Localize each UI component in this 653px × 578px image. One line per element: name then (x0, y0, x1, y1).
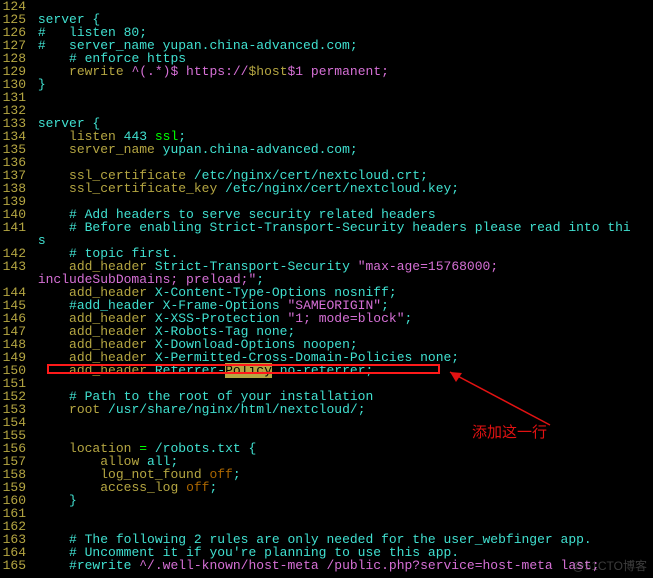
code-line[interactable] (30, 0, 653, 13)
code-token: ^(.*)$ https:// (131, 64, 248, 79)
code-line[interactable]: access_log off; (30, 481, 653, 494)
code-token (38, 493, 69, 508)
code-line[interactable] (30, 507, 653, 520)
code-editor: 1241251261271281291301311321331341351361… (0, 0, 653, 572)
code-token: ^/.well-known/host-meta /public.php?serv… (139, 558, 599, 573)
code-line[interactable] (30, 91, 653, 104)
code-token: Policy (225, 363, 272, 378)
code-token: $1 permanent; (288, 64, 389, 79)
code-line[interactable]: server_name yupan.china-advanced.com; (30, 143, 653, 156)
line-number: 165 (0, 559, 26, 572)
code-token: root (69, 402, 108, 417)
code-area[interactable]: server { # listen 80; # server_name yupa… (30, 0, 653, 572)
code-token: { (248, 441, 256, 456)
code-token: "1; mode=block" (287, 311, 404, 326)
code-token (38, 363, 69, 378)
code-token: ; (233, 467, 241, 482)
code-line[interactable] (30, 104, 653, 117)
code-token: #rewrite (69, 558, 139, 573)
code-line[interactable]: } (30, 78, 653, 91)
code-token (38, 402, 69, 417)
code-token: ; (209, 480, 217, 495)
code-token: access_log (100, 480, 186, 495)
code-token (38, 181, 69, 196)
code-token: /etc/nginx/cert/nextcloud.key; (225, 181, 459, 196)
code-line[interactable] (30, 416, 653, 429)
code-line[interactable]: add_header Referrer-Policy no-referrer; (30, 364, 653, 377)
code-line[interactable]: # Before enabling Strict-Transport-Secur… (30, 221, 653, 234)
code-token: } (38, 77, 46, 92)
code-token: no-referrer; (272, 363, 373, 378)
code-token: Referrer- (155, 363, 225, 378)
code-token: ssl_certificate_key (69, 181, 225, 196)
code-token: "max-age=15768000; (358, 259, 498, 274)
code-token: ; (405, 311, 413, 326)
code-token: $host (248, 64, 287, 79)
code-token: add_header (69, 363, 155, 378)
code-token: # Before enabling Strict-Transport-Secur… (69, 220, 631, 235)
code-token: yupan.china-advanced.com; (163, 142, 358, 157)
code-token: /usr/share/nginx/html/nextcloud/; (108, 402, 365, 417)
code-line[interactable]: } (30, 494, 653, 507)
line-number: 141 (0, 221, 26, 234)
code-line[interactable]: #rewrite ^/.well-known/host-meta /public… (30, 559, 653, 572)
code-token: rewrite (69, 64, 131, 79)
line-number-gutter: 1241251261271281291301311321331341351361… (0, 0, 30, 572)
code-line[interactable]: root /usr/share/nginx/html/nextcloud/; (30, 403, 653, 416)
code-token (38, 558, 69, 573)
code-token (38, 142, 69, 157)
code-token: } (69, 493, 77, 508)
code-token: server_name (69, 142, 163, 157)
code-line[interactable]: rewrite ^(.*)$ https://$host$1 permanent… (30, 65, 653, 78)
annotation-text: 添加这一行 (472, 425, 547, 440)
code-line[interactable]: ssl_certificate_key /etc/nginx/cert/next… (30, 182, 653, 195)
line-number: 143 (0, 260, 26, 273)
code-token: off (186, 480, 209, 495)
